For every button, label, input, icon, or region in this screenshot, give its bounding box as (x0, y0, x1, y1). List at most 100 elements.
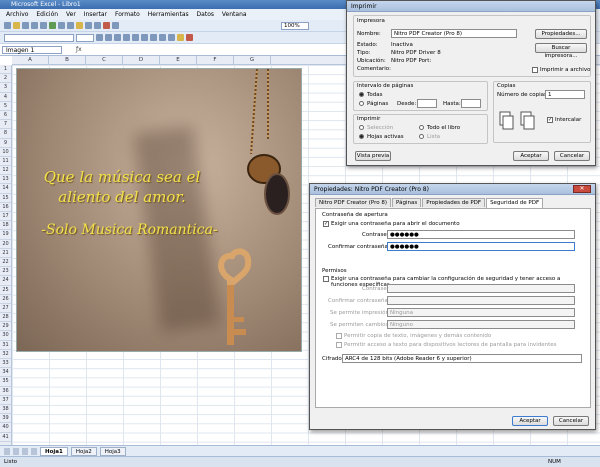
row-header[interactable]: 18 (0, 221, 11, 231)
menu-ventana[interactable]: Ventana (222, 11, 247, 18)
copy-icon[interactable] (67, 22, 74, 29)
percent-icon[interactable] (168, 34, 175, 41)
row-header[interactable]: 37 (0, 396, 11, 405)
properties-ok-button[interactable]: Aceptar (512, 416, 548, 426)
merge-icon[interactable] (150, 34, 157, 41)
list-radio[interactable] (419, 134, 424, 141)
require-open-password-checkbox[interactable]: ✓ (323, 221, 329, 227)
tab-pdf-properties[interactable]: Propiedades de PDF (422, 198, 486, 207)
whole-book-radio[interactable] (419, 125, 424, 132)
page-range-radio[interactable] (359, 101, 364, 108)
row-header[interactable]: 25 (0, 286, 11, 295)
row-header[interactable]: 7 (0, 120, 11, 130)
column-header[interactable]: F (197, 56, 234, 64)
menu-herramientas[interactable]: Herramientas (148, 11, 189, 18)
row-header[interactable]: 27 (0, 304, 11, 314)
chart-icon[interactable] (103, 22, 110, 29)
confirm-password-input[interactable]: ●●●●●● (387, 242, 575, 251)
find-printer-button[interactable]: Buscar impresora... (535, 43, 587, 59)
row-header[interactable]: 11 (0, 157, 11, 167)
row-header[interactable]: 38 (0, 405, 11, 415)
row-header[interactable]: 26 (0, 295, 11, 304)
row-header[interactable]: 22 (0, 258, 11, 268)
size-combo[interactable] (76, 33, 94, 42)
row-header[interactable]: 12 (0, 166, 11, 176)
font-combo[interactable] (4, 33, 74, 42)
row-header[interactable]: 16 (0, 203, 11, 212)
italic-icon[interactable] (105, 34, 112, 41)
active-sheets-radio[interactable] (359, 134, 364, 141)
fill-color-icon[interactable] (177, 34, 184, 41)
row-header[interactable]: 6 (0, 111, 11, 121)
row-header[interactable]: 21 (0, 249, 11, 258)
selection-radio[interactable] (359, 125, 364, 132)
row-header[interactable]: 28 (0, 313, 11, 323)
underline-icon[interactable] (114, 34, 121, 41)
print-icon[interactable] (31, 22, 38, 29)
column-header[interactable]: E (160, 56, 197, 64)
row-header[interactable]: 14 (0, 184, 11, 194)
close-icon[interactable]: ✕ (573, 185, 591, 193)
copies-input[interactable]: 1 (545, 90, 585, 99)
row-header[interactable]: 2 (0, 74, 11, 84)
row-header[interactable]: 23 (0, 267, 11, 277)
tab-pdf-security[interactable]: Seguridad de PDF (486, 198, 544, 208)
zoom-combo[interactable]: 100% (281, 21, 309, 30)
row-header[interactable]: 20 (0, 240, 11, 249)
new-icon[interactable] (4, 22, 11, 29)
column-header[interactable]: B (49, 56, 86, 64)
from-input[interactable] (417, 99, 437, 108)
encryption-select[interactable]: ARC4 de 128 bits (Adobe Reader 6 y super… (342, 354, 582, 363)
row-header[interactable]: 29 (0, 322, 11, 332)
row-header[interactable]: 41 (0, 433, 11, 442)
tab-pages[interactable]: Páginas (392, 198, 422, 207)
spelling-icon[interactable] (49, 22, 56, 29)
row-header[interactable]: 24 (0, 276, 11, 286)
menu-archivo[interactable]: Archivo (6, 11, 28, 18)
row-header[interactable]: 4 (0, 93, 11, 102)
menu-insertar[interactable]: Insertar (84, 11, 107, 18)
collate-checkbox[interactable]: ✓ (547, 117, 553, 123)
require-permissions-checkbox[interactable] (323, 276, 329, 282)
changes-allowed-select[interactable]: Ninguno (387, 320, 575, 329)
column-header[interactable]: G (234, 56, 271, 64)
bold-icon[interactable] (96, 34, 103, 41)
all-pages-radio[interactable] (359, 92, 364, 99)
currency-icon[interactable] (159, 34, 166, 41)
first-sheet-icon[interactable] (4, 447, 10, 455)
properties-button[interactable]: Propiedades... (535, 29, 587, 39)
row-header[interactable]: 17 (0, 212, 11, 222)
sheet-tab-hoja1[interactable]: Hoja1 (40, 446, 68, 456)
password-input[interactable]: ●●●●●● (387, 230, 575, 239)
undo-icon[interactable] (85, 22, 92, 29)
menu-formato[interactable]: Formato (115, 11, 140, 18)
tab-nitro-pdf-creator[interactable]: Nitro PDF Creator (Pro 8) (315, 198, 392, 207)
row-header[interactable]: 34 (0, 368, 11, 378)
properties-cancel-button[interactable]: Cancelar (553, 416, 589, 426)
row-header[interactable]: 31 (0, 341, 11, 350)
screen-reader-checkbox[interactable] (336, 342, 342, 348)
printer-select[interactable]: Nitro PDF Creator (Pro 8) (391, 29, 517, 38)
fx-icon[interactable]: ƒx (76, 46, 82, 53)
align-left-icon[interactable] (123, 34, 130, 41)
sheet-tab-hoja2[interactable]: Hoja2 (70, 446, 97, 456)
paste-icon[interactable] (76, 22, 83, 29)
menu-ver[interactable]: Ver (66, 11, 76, 18)
embedded-picture[interactable]: Que la música sea el aliento del amor. -… (16, 68, 302, 352)
align-center-icon[interactable] (132, 34, 139, 41)
next-sheet-icon[interactable] (22, 447, 28, 455)
print-cancel-button[interactable]: Cancelar (554, 151, 590, 161)
row-header[interactable]: 9 (0, 139, 11, 148)
print-to-file-checkbox[interactable] (532, 67, 538, 73)
menu-datos[interactable]: Datos (197, 11, 214, 18)
row-header[interactable]: 35 (0, 377, 11, 387)
menu-edicion[interactable]: Edición (36, 11, 58, 18)
print-ok-button[interactable]: Aceptar (513, 151, 549, 161)
perm-confirm-input[interactable] (387, 296, 575, 305)
cut-icon[interactable] (58, 22, 65, 29)
row-header[interactable]: 30 (0, 331, 11, 341)
row-header[interactable]: 13 (0, 175, 11, 185)
column-header[interactable]: A (12, 56, 49, 64)
to-input[interactable] (461, 99, 481, 108)
name-box[interactable]: Imagen 1 (2, 46, 62, 54)
